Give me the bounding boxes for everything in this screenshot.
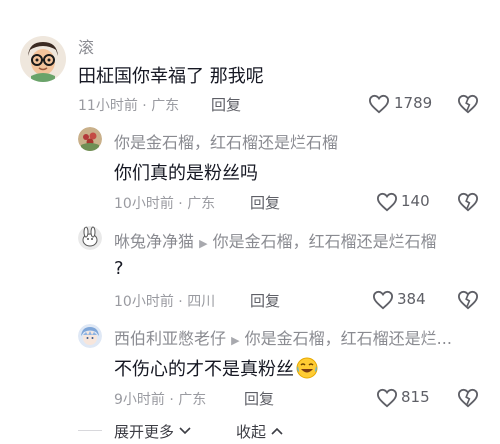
dislike-icon[interactable] <box>457 290 479 310</box>
dislike-icon[interactable] <box>457 94 479 114</box>
avatar[interactable] <box>78 324 102 348</box>
comment-time: 9小时前 <box>114 392 165 408</box>
meta-separator: · <box>169 392 174 408</box>
comment-text: 田柾国你幸福了 那我呢 <box>78 66 264 87</box>
footer-divider <box>78 430 102 431</box>
comment-author-line: 西伯利亚憋老仔 ▶ 你是金石榴，红石榴还是烂... <box>114 325 452 349</box>
expand-more-label: 展开更多 <box>114 423 175 441</box>
meta-separator: · <box>178 196 183 212</box>
dislike-icon[interactable] <box>457 192 479 212</box>
reply-arrow-icon: ▶ <box>199 237 208 250</box>
comment-meta: 9小时前 · 广东 <box>114 389 206 409</box>
collapse-button[interactable]: 收起 <box>236 421 283 442</box>
meta-separator: · <box>142 98 147 114</box>
reply-button[interactable]: 回复 <box>250 192 280 213</box>
avatar[interactable] <box>20 36 66 82</box>
heart-icon[interactable] <box>372 290 394 310</box>
comment-author[interactable]: 滚 <box>78 34 94 58</box>
collapse-label: 收起 <box>236 423 267 441</box>
laughing-crying-emoji-icon <box>296 357 318 384</box>
comment-author[interactable]: 西伯利亚憋老仔 <box>114 329 226 348</box>
chevron-up-icon <box>271 421 283 439</box>
like-count: 815 <box>401 388 430 406</box>
reply-button[interactable]: 回复 <box>244 388 274 409</box>
reply-button[interactable]: 回复 <box>250 290 280 311</box>
comment-author[interactable]: 咻兔净净猫 <box>114 232 194 251</box>
reply-to-author[interactable]: 你是金石榴，红石榴还是烂... <box>245 329 452 348</box>
like-count: 384 <box>397 290 426 308</box>
comment-location: 四川 <box>187 294 216 310</box>
comment-location: 广东 <box>178 392 207 408</box>
comment-meta: 10小时前 · 四川 <box>114 291 215 311</box>
heart-icon[interactable] <box>368 94 390 114</box>
reply-button[interactable]: 回复 <box>211 94 241 115</box>
reply-arrow-icon: ▶ <box>231 334 240 347</box>
avatar[interactable] <box>78 127 102 151</box>
dislike-icon[interactable] <box>457 388 479 408</box>
comment-text-line: 不伤心的才不是真粉丝 <box>114 355 318 384</box>
comment-location: 广东 <box>151 98 180 114</box>
comment-time: 10小时前 <box>114 294 174 310</box>
heart-icon[interactable] <box>376 388 398 408</box>
like-count: 1789 <box>394 94 433 112</box>
comment-author[interactable]: 你是金石榴，红石榴还是烂石榴 <box>114 129 338 153</box>
comment-text: 不伤心的才不是真粉丝 <box>114 359 294 380</box>
expand-more-button[interactable]: 展开更多 <box>114 421 191 442</box>
comment-text: ? <box>114 258 124 279</box>
comment-location: 广东 <box>187 196 216 212</box>
like-count: 140 <box>401 192 430 210</box>
reply-to-author[interactable]: 你是金石榴，红石榴还是烂石榴 <box>213 232 437 251</box>
heart-icon[interactable] <box>376 192 398 212</box>
comment-time: 10小时前 <box>114 196 174 212</box>
comment-meta: 11小时前 · 广东 <box>78 95 179 115</box>
meta-separator: · <box>178 294 183 310</box>
comment-meta: 10小时前 · 广东 <box>114 193 215 213</box>
avatar[interactable] <box>78 226 102 250</box>
chevron-down-icon <box>179 421 191 439</box>
comment-time: 11小时前 <box>78 98 138 114</box>
comment-text: 你们真的是粉丝吗 <box>114 163 258 184</box>
comment-author-line: 咻兔净净猫 ▶ 你是金石榴，红石榴还是烂石榴 <box>114 228 437 252</box>
